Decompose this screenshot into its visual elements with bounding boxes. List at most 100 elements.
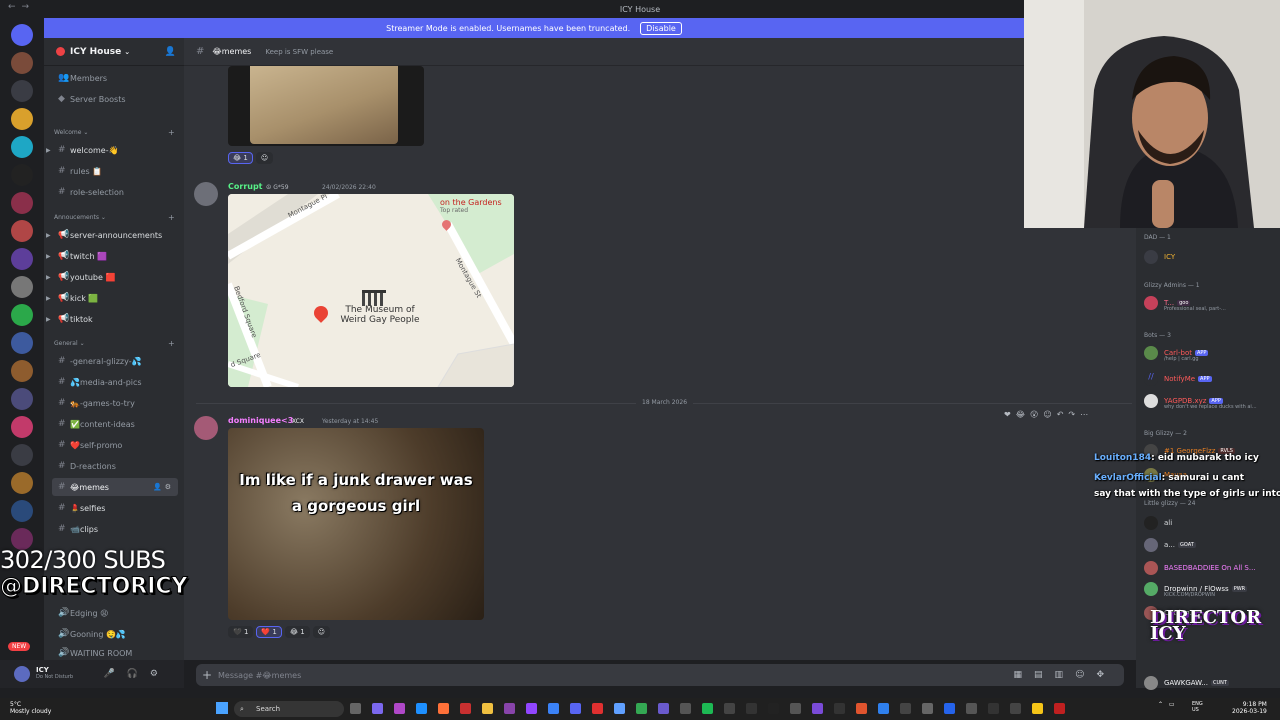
category-announcements[interactable]: Annoucements ⌄ + (54, 213, 175, 222)
server-icon[interactable] (11, 444, 33, 466)
channel-kick[interactable]: ▶ 📢 kick 🟩 (46, 289, 178, 307)
server-icon[interactable] (11, 304, 33, 326)
app-icon[interactable] (834, 703, 845, 714)
emoji-icon[interactable]: ☺ (1075, 670, 1096, 680)
channel-role-selection[interactable]: # role-selection (52, 183, 178, 201)
channel-d-reactions[interactable]: # D-reactions (52, 457, 178, 475)
channel-self-promo[interactable]: # ❤️self-promo (52, 436, 178, 454)
app-icon[interactable] (988, 703, 999, 714)
apps-icon[interactable]: ✥ (1096, 670, 1116, 680)
app-icon[interactable] (680, 703, 691, 714)
app-icon[interactable] (504, 703, 515, 714)
clock[interactable]: 9:18 PM 2026-03-19 (1232, 701, 1267, 715)
app-icon[interactable] (900, 703, 911, 714)
disable-button[interactable]: Disable (640, 21, 682, 35)
channel-welcome[interactable]: ▶ # welcome-👋 (46, 141, 178, 159)
channel-server-announcements[interactable]: ▶ 📢 server-announcements (46, 226, 178, 244)
chrome-icon[interactable] (636, 703, 647, 714)
reaction-heart[interactable]: ❤️ 1 (256, 626, 282, 638)
app-icon[interactable] (966, 703, 977, 714)
message-actions-toolbar[interactable]: ❤😂😮☺↶↷⋯ (1004, 410, 1093, 419)
app-icon[interactable] (548, 703, 559, 714)
reaction-laugh[interactable]: 😂 1 (284, 626, 310, 638)
server-icon[interactable] (11, 192, 33, 214)
spotify-icon[interactable] (702, 703, 713, 714)
member-item[interactable]: BASEDBADDIEE On All S... (1144, 559, 1276, 577)
message-image[interactable] (228, 66, 424, 146)
map-embed[interactable]: Montague Pl Montague St Bedford Square d… (228, 194, 514, 387)
sticker-icon[interactable]: ▥ (1055, 670, 1076, 680)
home-icon[interactable] (11, 24, 33, 46)
app-icon[interactable] (856, 703, 867, 714)
channel-tiktok[interactable]: ▶ 📢 tiktok (46, 310, 178, 328)
app-icon[interactable] (614, 703, 625, 714)
server-icon[interactable] (11, 80, 33, 102)
firefox-icon[interactable] (438, 703, 449, 714)
add-attachment-icon[interactable]: + (196, 668, 218, 682)
server-icon[interactable] (11, 136, 33, 158)
app-icon[interactable] (658, 703, 669, 714)
add-channel-icon[interactable]: + (168, 213, 175, 222)
app-icon[interactable] (746, 703, 757, 714)
meme-image[interactable]: Im like if a junk drawer was a gorgeous … (228, 428, 484, 620)
sidebar-item-members[interactable]: 👥 Members (52, 69, 178, 87)
app-icon[interactable] (768, 703, 779, 714)
message-composer[interactable]: + Message #😂memes ▦▤▥☺✥ (196, 664, 1124, 686)
member-item[interactable]: Carl-bot APP/help | carl.gg (1144, 344, 1276, 362)
add-channel-icon[interactable]: + (168, 339, 175, 348)
app-icon[interactable] (878, 703, 889, 714)
voice-channel-gooning[interactable]: 🔊 Gooning 🤤💦 (52, 625, 178, 643)
channel-memes[interactable]: # 😂memes 👤⚙ (52, 478, 178, 496)
add-channel-icon[interactable]: + (168, 128, 175, 137)
edge-icon[interactable] (416, 703, 427, 714)
gear-icon[interactable]: ⚙ (150, 669, 170, 679)
app-icon[interactable] (394, 703, 405, 714)
server-icon[interactable] (11, 360, 33, 382)
file-explorer-icon[interactable] (482, 703, 493, 714)
app-icon[interactable] (944, 703, 955, 714)
weather-widget[interactable]: 5°C Mostly cloudy (10, 701, 51, 715)
category-welcome[interactable]: Welcome ⌄ + (54, 128, 175, 137)
windows-start-icon[interactable] (216, 702, 228, 714)
app-icon[interactable] (1054, 703, 1065, 714)
app-icon[interactable] (812, 703, 823, 714)
avatar[interactable] (14, 666, 30, 682)
microphone-icon[interactable]: 🎤 (103, 669, 126, 679)
app-icon[interactable] (724, 703, 735, 714)
app-icon[interactable] (372, 703, 383, 714)
member-item[interactable]: Dropwinn / FlOwss PWR KICK.COM/DROPWIN (1144, 580, 1276, 598)
message-author[interactable]: Corrupt (228, 182, 263, 191)
sidebar-item-server-boosts[interactable]: ◆ Server Boosts (52, 90, 178, 108)
nav-arrows-icon[interactable]: ←→ (8, 2, 35, 12)
message-input[interactable]: Message #😂memes (218, 671, 301, 680)
channel-settings-icon[interactable]: 👤⚙ (153, 483, 174, 491)
server-icon[interactable] (11, 332, 33, 354)
server-icon[interactable] (11, 276, 33, 298)
app-icon[interactable] (592, 703, 603, 714)
gif-icon[interactable]: ▤ (1034, 670, 1055, 680)
channel-games-to-try[interactable]: # 🐅-games-to-try (52, 394, 178, 412)
server-icon[interactable] (11, 248, 33, 270)
discord-icon[interactable] (570, 703, 581, 714)
channel-general-glizzy[interactable]: # -general-glizzy-💦 (52, 352, 178, 370)
member-item[interactable]: GAWKGAW... CUNT (1144, 674, 1276, 692)
gift-icon[interactable]: ▦ (1014, 670, 1035, 680)
app-icon[interactable] (1010, 703, 1021, 714)
task-view-icon[interactable] (350, 703, 361, 714)
channel-clips[interactable]: # 📹clips (52, 520, 178, 538)
channel-content-ideas[interactable]: # ✅content-ideas (52, 415, 178, 433)
add-reaction-icon[interactable]: ☺ (255, 152, 274, 164)
reaction-laugh[interactable]: 😂 1 (228, 152, 253, 164)
system-tray[interactable]: ⌃ ▭ (1158, 701, 1177, 708)
channel-twitch[interactable]: ▶ 📢 twitch 🟪 (46, 247, 178, 265)
channel-media-and-pics[interactable]: # 💦media-and-pics (52, 373, 178, 391)
avatar[interactable] (194, 416, 218, 440)
member-item[interactable]: YAGPDB.xyz APP why don't we replace ducks … (1144, 392, 1276, 410)
member-item[interactable]: T... goo Professional seal, part-... (1144, 294, 1276, 312)
channel-selfies[interactable]: # 💄selfies (52, 499, 178, 517)
voice-channel-waiting-room[interactable]: 🔊 WAITING ROOM (52, 646, 178, 660)
server-icon[interactable] (11, 52, 33, 74)
server-icon[interactable] (11, 388, 33, 410)
app-icon[interactable] (1032, 703, 1043, 714)
server-icon[interactable] (11, 500, 33, 522)
